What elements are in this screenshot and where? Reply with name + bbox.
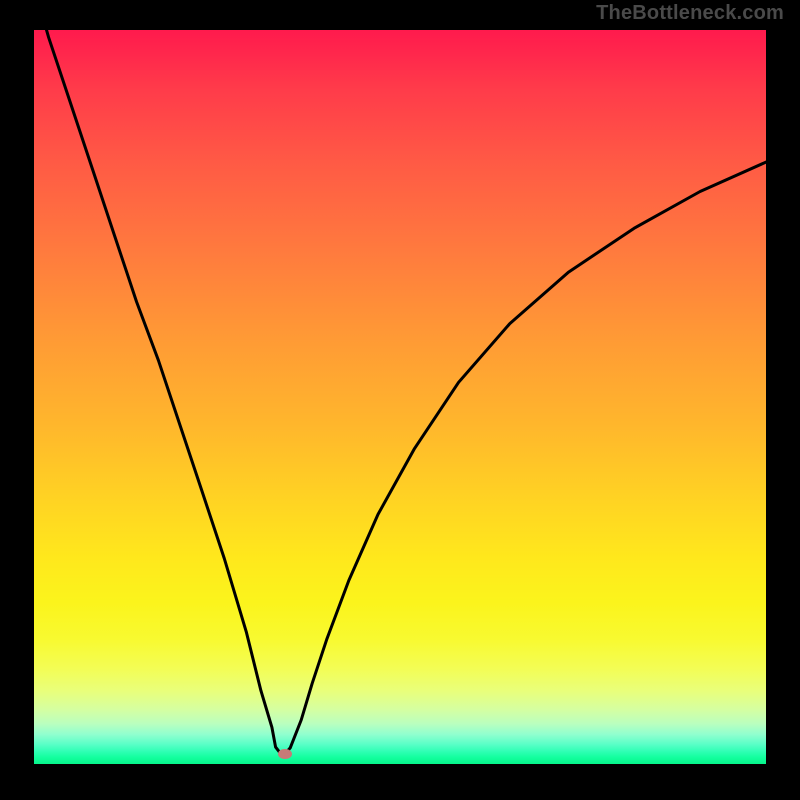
optimal-point-marker	[278, 749, 292, 759]
bottleneck-curve	[34, 30, 766, 764]
watermark-text: TheBottleneck.com	[596, 2, 784, 25]
plot-area	[34, 30, 766, 764]
chart-frame: TheBottleneck.com	[0, 0, 800, 800]
